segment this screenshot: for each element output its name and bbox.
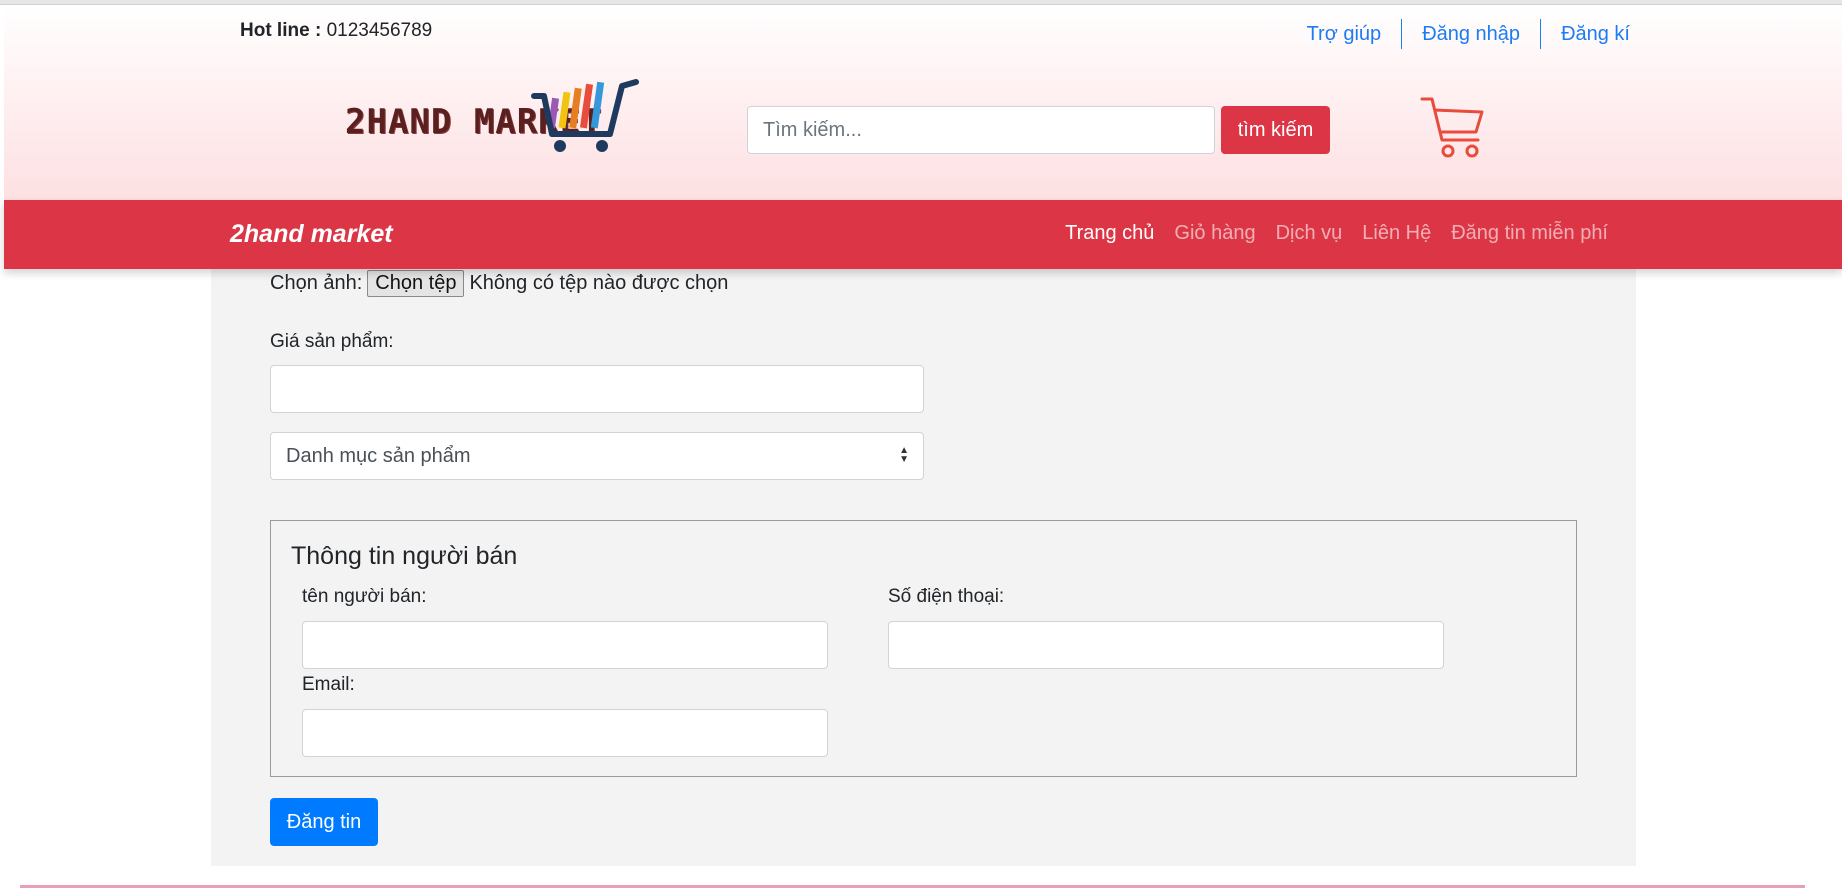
hotline: Hot line : 0123456789 bbox=[240, 20, 432, 42]
category-select[interactable]: Danh mục sản phẩm ▲ ▼ bbox=[270, 432, 924, 480]
bottom-divider bbox=[20, 885, 1805, 888]
email-label: Email: bbox=[302, 674, 355, 695]
image-upload-row: Chọn ảnh: Chọn tệp Không có tệp nào được… bbox=[270, 270, 728, 297]
cart-icon[interactable] bbox=[1420, 96, 1486, 160]
seller-name-label: tên người bán: bbox=[302, 586, 427, 607]
hotline-label: Hot line : bbox=[240, 20, 322, 41]
logo-cart-icon bbox=[531, 79, 639, 152]
search-input[interactable] bbox=[747, 106, 1215, 154]
nav-item-cart[interactable]: Giỏ hàng bbox=[1174, 222, 1255, 245]
nav-item-home[interactable]: Trang chủ bbox=[1065, 222, 1154, 245]
category-selected: Danh mục sản phẩm bbox=[286, 445, 471, 467]
nav-links: Trang chủ Giỏ hàng Dịch vụ Liên Hệ Đăng … bbox=[1045, 222, 1608, 245]
seller-info-legend: Thông tin người bán bbox=[291, 542, 518, 570]
price-label: Giá sản phẩm: bbox=[270, 331, 394, 352]
login-link[interactable]: Đăng nhập bbox=[1402, 19, 1540, 49]
seller-name-input[interactable] bbox=[302, 621, 828, 669]
choose-file-button[interactable]: Chọn tệp bbox=[367, 270, 465, 297]
navbar-brand[interactable]: 2hand market bbox=[230, 220, 393, 249]
top-links: Trợ giúp Đăng nhập Đăng kí bbox=[1287, 19, 1630, 49]
price-input[interactable] bbox=[270, 365, 924, 413]
email-input[interactable] bbox=[302, 709, 828, 757]
nav-item-contact[interactable]: Liên Hệ bbox=[1362, 222, 1431, 245]
nav-item-post-free[interactable]: Đăng tin miễn phí bbox=[1451, 222, 1608, 245]
nav-item-services[interactable]: Dịch vụ bbox=[1276, 222, 1343, 245]
phone-label: Số điện thoại: bbox=[888, 586, 1005, 607]
image-label: Chọn ảnh: bbox=[270, 272, 363, 294]
hotline-number: 0123456789 bbox=[326, 20, 433, 41]
search-button[interactable]: tìm kiếm bbox=[1221, 106, 1330, 154]
site-logo[interactable]: 2HAND MARKET bbox=[345, 78, 685, 163]
main-navbar: 2hand market Trang chủ Giỏ hàng Dịch vụ … bbox=[4, 200, 1842, 269]
select-arrows-icon: ▲ ▼ bbox=[899, 445, 909, 465]
register-link[interactable]: Đăng kí bbox=[1541, 19, 1630, 49]
file-status: Không có tệp nào được chọn bbox=[469, 272, 729, 294]
post-button[interactable]: Đăng tin bbox=[270, 798, 378, 846]
help-link[interactable]: Trợ giúp bbox=[1287, 19, 1402, 49]
phone-input[interactable] bbox=[888, 621, 1444, 669]
